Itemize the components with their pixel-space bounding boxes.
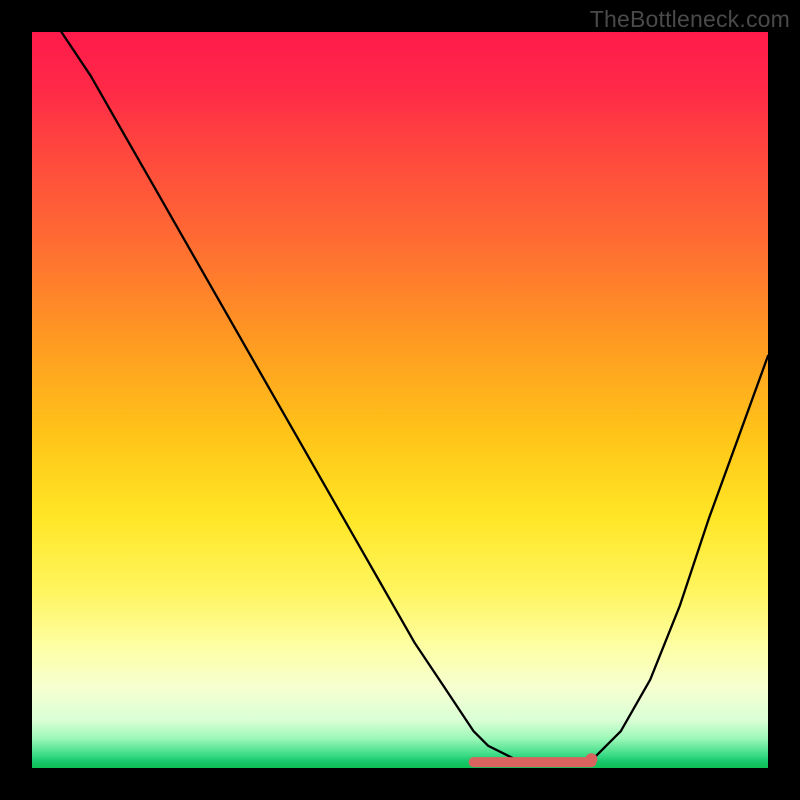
watermark-text: TheBottleneck.com <box>590 6 790 33</box>
plot-area <box>32 32 768 768</box>
bottleneck-curve <box>61 32 768 764</box>
chart-frame: TheBottleneck.com <box>0 0 800 800</box>
curve-layer <box>32 32 768 768</box>
flat-segment-end-marker <box>585 753 597 765</box>
